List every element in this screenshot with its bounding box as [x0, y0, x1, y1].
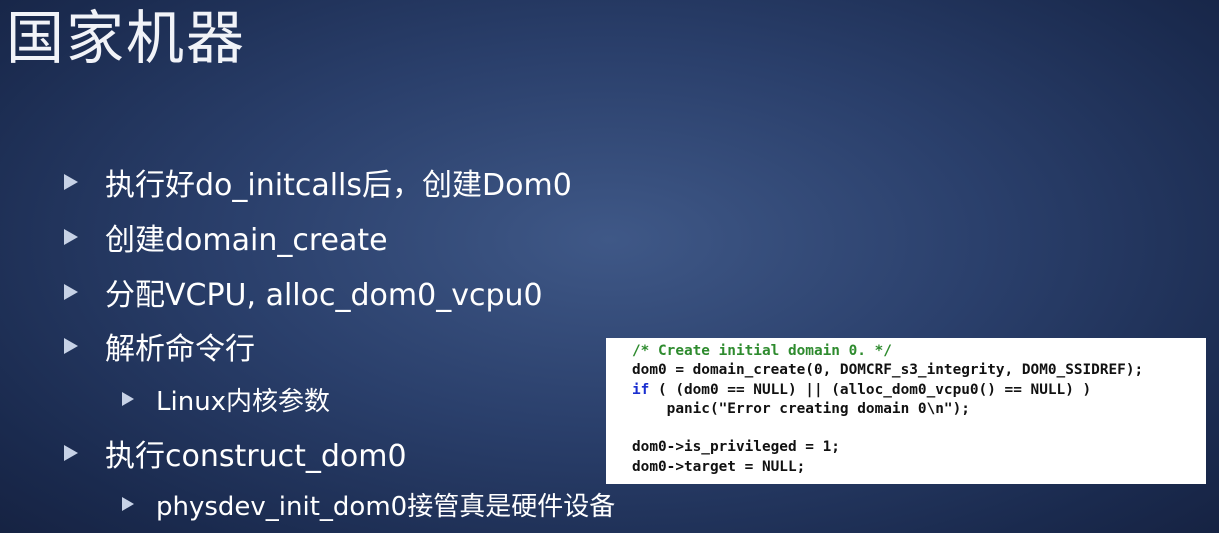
code-snippet: /* Create initial domain 0. */ dom0 = do… [606, 338, 1206, 484]
bullet-arrow-icon [122, 392, 134, 406]
code-line: dom0->is_privileged = 1; [632, 439, 840, 456]
sub-bullet-item: physdev_init_dom0接管真是硬件设备 [122, 486, 615, 522]
bullet-arrow-icon [64, 338, 78, 354]
bullet-text: 分配VCPU, alloc_dom0_vcpu0 [105, 278, 543, 313]
bullet-item: 执行construct_dom0 [64, 433, 407, 474]
bullet-arrow-icon [64, 174, 78, 190]
bullet-arrow-icon [64, 229, 78, 245]
code-keyword: if [632, 381, 650, 398]
bullet-item: 执行好do_initcalls后，创建Dom0 [64, 162, 572, 203]
bullet-item: 分配VCPU, alloc_dom0_vcpu0 [64, 272, 543, 313]
bullet-text: physdev_init_dom0接管真是硬件设备 [156, 491, 616, 522]
sub-bullet-item: Linux内核参数 [122, 381, 330, 417]
bullet-text: 解析命令行 [105, 332, 255, 367]
bullet-item: 创建domain_create [64, 217, 388, 258]
bullet-arrow-icon [64, 284, 78, 300]
code-line: dom0 = domain_create(0, DOMCRF_s3_integr… [632, 362, 1144, 379]
bullet-text: Linux内核参数 [156, 386, 331, 417]
bullet-arrow-icon [122, 497, 134, 511]
bullet-text: 执行construct_dom0 [105, 439, 407, 474]
bullet-text: 执行好do_initcalls后，创建Dom0 [105, 168, 572, 203]
code-line: if ( (dom0 == NULL) || (alloc_dom0_vcpu0… [632, 381, 1206, 400]
code-line: dom0->target = NULL; [632, 458, 806, 475]
code-text: ( (dom0 == NULL) || (alloc_dom0_vcpu0() … [649, 381, 1092, 398]
bullet-item: 解析命令行 [64, 326, 255, 367]
code-comment: /* Create initial domain 0. */ [632, 343, 892, 359]
code-line: panic("Error creating domain 0\n"); [632, 400, 970, 417]
bullet-arrow-icon [64, 445, 78, 461]
bullet-text: 创建domain_create [105, 223, 388, 258]
